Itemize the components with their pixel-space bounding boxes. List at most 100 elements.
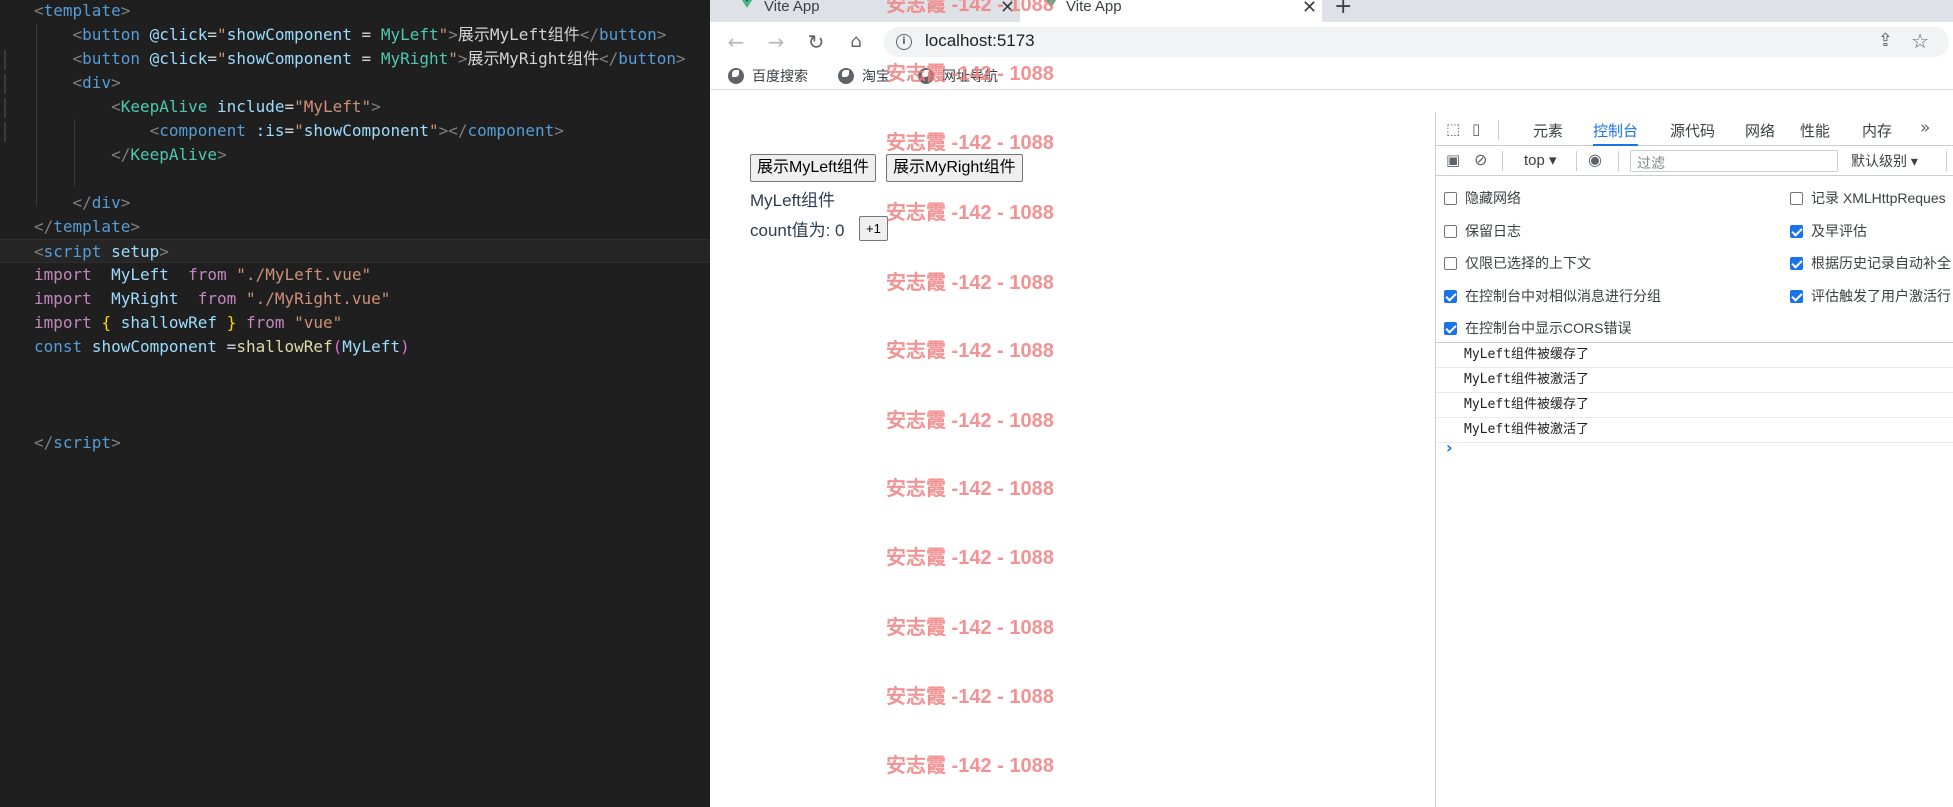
more-tabs-icon[interactable]: »: [1920, 118, 1930, 138]
checkbox[interactable]: [1790, 224, 1803, 238]
option-label: 在控制台中对相似消息进行分组: [1465, 287, 1661, 304]
clear-console-icon[interactable]: ⊘: [1474, 150, 1487, 169]
code-line[interactable]: </template>: [0, 215, 710, 239]
console-toolbar: ▣ ⊘ top ▾ ◉ 过滤 默认级别 ▾: [1436, 146, 1953, 176]
log-level-value: 默认级别: [1851, 153, 1907, 169]
console-log-row[interactable]: MyLeft组件被激活了: [1436, 368, 1953, 393]
option-label: 保留日志: [1465, 222, 1521, 239]
code-line[interactable]: [0, 407, 710, 431]
code-line[interactable]: <component :is="showComponent"></compone…: [0, 119, 710, 143]
filter-input[interactable]: 过滤: [1630, 150, 1838, 172]
console-setting-option[interactable]: 记录 XMLHttpReques: [1790, 188, 1946, 208]
increment-button[interactable]: +1: [859, 216, 888, 241]
console-setting-option[interactable]: 评估触发了用户激活行: [1790, 286, 1951, 306]
tab-title: Vite App: [1066, 0, 1122, 15]
count-label: count值为: 0: [750, 221, 845, 240]
code-line[interactable]: [0, 167, 710, 191]
code-line[interactable]: </KeepAlive>: [0, 143, 710, 167]
console-setting-option[interactable]: 在控制台中显示CORS错误: [1444, 318, 1631, 338]
close-icon[interactable]: ✕: [1302, 0, 1317, 18]
code-line[interactable]: </div>: [0, 191, 710, 215]
browser-tab-active[interactable]: Vite App ✕: [1020, 0, 1322, 22]
checkbox[interactable]: [1444, 257, 1457, 270]
code-line[interactable]: <button @click="showComponent = MyLeft">…: [0, 23, 710, 47]
browser-toolbar: ← → ↻ ⌂ i localhost:5173 ⇪ ☆: [710, 22, 1953, 62]
log-level-select[interactable]: 默认级别 ▾: [1851, 151, 1918, 171]
back-icon[interactable]: ←: [722, 28, 750, 56]
code-line[interactable]: [0, 383, 710, 407]
divider: [1618, 151, 1619, 171]
code-line[interactable]: const showComponent =shallowRef(MyLeft): [0, 335, 710, 359]
devtools-panel: ⬚ ▯ 元素 控制台 源代码 网络 性能 内存 » ▣ ⊘ top ▾ ◉ 过滤…: [1435, 112, 1953, 807]
bookmark-item[interactable]: 淘宝: [838, 66, 890, 86]
code-editor[interactable]: <template> <button @click="showComponent…: [0, 0, 710, 807]
console-prompt-icon[interactable]: ›: [1446, 438, 1453, 457]
option-label: 在控制台中显示CORS错误: [1465, 320, 1632, 336]
code-line[interactable]: </script>: [0, 431, 710, 455]
console-setting-option[interactable]: 保留日志: [1444, 221, 1521, 241]
console-log-row[interactable]: MyLeft组件被缓存了: [1436, 343, 1953, 368]
inspect-icon[interactable]: ⬚: [1446, 120, 1460, 138]
gutter-change-mark: [4, 122, 6, 142]
checkbox[interactable]: [1444, 322, 1457, 335]
devtools-tab-memory[interactable]: 内存: [1862, 118, 1892, 146]
vue-logo-icon: [738, 0, 756, 8]
code-line[interactable]: <div>: [0, 71, 710, 95]
star-icon[interactable]: ☆: [1911, 29, 1929, 53]
code-line[interactable]: <button @click="showComponent = MyRight"…: [0, 47, 710, 71]
console-log-row[interactable]: MyLeft组件被激活了: [1436, 418, 1953, 443]
context-select[interactable]: top ▾: [1524, 151, 1557, 169]
checkbox[interactable]: [1790, 289, 1803, 303]
device-toggle-icon[interactable]: ▯: [1472, 120, 1480, 138]
code-line[interactable]: <script setup>: [0, 239, 710, 263]
code-line[interactable]: <KeepAlive include="MyLeft">: [0, 95, 710, 119]
console-setting-option[interactable]: 隐藏网络: [1444, 188, 1521, 208]
console-log-row[interactable]: MyLeft组件被缓存了: [1436, 393, 1953, 418]
code-line[interactable]: import MyLeft from "./MyLeft.vue": [0, 263, 710, 287]
show-myleft-button[interactable]: 展示MyLeft组件: [750, 154, 877, 182]
checkbox[interactable]: [1444, 224, 1457, 238]
console-setting-option[interactable]: 及早评估: [1790, 221, 1867, 241]
show-myright-button[interactable]: 展示MyRight组件: [886, 154, 1023, 182]
code-line[interactable]: import MyRight from "./MyRight.vue": [0, 287, 710, 311]
watermark-text: 安志霞 -142 - 1088: [886, 686, 1054, 708]
home-icon[interactable]: ⌂: [842, 28, 870, 56]
checkbox[interactable]: [1444, 289, 1457, 303]
gutter-change-mark: [4, 50, 6, 70]
reload-icon[interactable]: ↻: [802, 28, 830, 56]
console-setting-option[interactable]: 在控制台中对相似消息进行分组: [1444, 286, 1661, 306]
divider: [1946, 151, 1947, 171]
option-label: 根据历史记录自动补全: [1811, 255, 1951, 271]
divider: [1576, 151, 1577, 171]
code-line[interactable]: <template>: [0, 0, 710, 23]
console-setting-option[interactable]: 根据历史记录自动补全: [1790, 253, 1951, 273]
devtools-tabbar: ⬚ ▯ 元素 控制台 源代码 网络 性能 内存 »: [1436, 112, 1953, 146]
console-setting-option[interactable]: 仅限已选择的上下文: [1444, 253, 1591, 273]
devtools-tab-network[interactable]: 网络: [1745, 118, 1775, 146]
option-label: 仅限已选择的上下文: [1465, 255, 1591, 271]
watermark-text: 安志霞 -142 - 1088: [886, 272, 1054, 294]
sidebar-toggle-icon[interactable]: ▣: [1446, 151, 1460, 169]
watermark-text: 安志霞 -142 - 1088: [886, 547, 1054, 569]
devtools-tab-performance[interactable]: 性能: [1800, 118, 1830, 146]
code-line[interactable]: import { shallowRef } from "vue": [0, 311, 710, 335]
watermark-text: 安志霞 -142 - 1088: [886, 63, 1054, 85]
new-tab-icon[interactable]: +: [1334, 0, 1352, 19]
globe-icon: [728, 68, 744, 84]
watermark-text: 安志霞 -142 - 1088: [886, 132, 1054, 154]
checkbox[interactable]: [1444, 192, 1457, 205]
devtools-tab-console[interactable]: 控制台: [1593, 118, 1639, 146]
devtools-tab-elements[interactable]: 元素: [1533, 118, 1563, 146]
eye-icon[interactable]: ◉: [1588, 150, 1602, 169]
forward-icon[interactable]: →: [762, 28, 790, 56]
address-bar[interactable]: i localhost:5173 ⇪ ☆: [884, 27, 1949, 57]
code-line[interactable]: [0, 359, 710, 383]
devtools-tab-sources[interactable]: 源代码: [1670, 118, 1715, 146]
checkbox[interactable]: [1790, 192, 1803, 205]
checkbox[interactable]: [1790, 257, 1803, 270]
share-icon[interactable]: ⇪: [1878, 30, 1893, 51]
info-icon[interactable]: i: [896, 34, 912, 50]
bookmark-item[interactable]: 百度搜索: [728, 66, 808, 86]
watermark-text: 安志霞 -142 - 1088: [886, 340, 1054, 362]
url-text[interactable]: localhost:5173: [925, 31, 1035, 51]
